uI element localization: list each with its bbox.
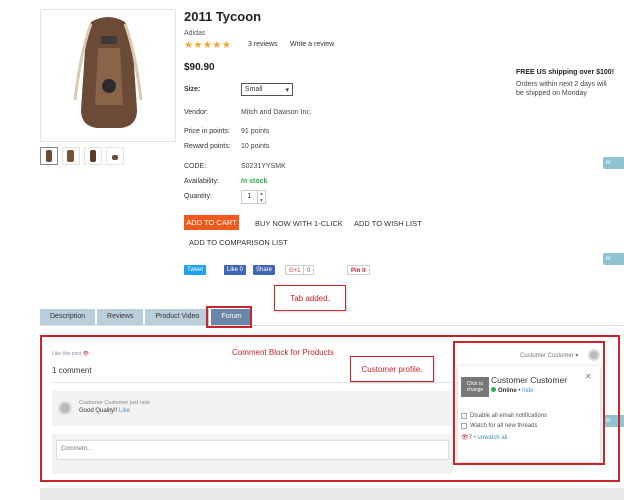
quantity-input[interactable]: 1 [241,190,258,204]
facebook-share-button[interactable]: Share [253,265,276,275]
size-select[interactable]: Small ▾ [241,83,293,96]
size-value: Small [245,86,263,93]
add-to-comparison-button[interactable]: ADD TO COMPARISON LIST [189,238,288,247]
product-price: $90.90 [184,62,215,73]
thumbnail[interactable] [40,147,58,165]
quantity-stepper[interactable]: ▲ ▼ [258,190,266,204]
thumbnail[interactable] [62,147,80,165]
shipping-text: Orders within next 2 days will be shippe… [516,81,607,97]
comment-input[interactable]: Comment... [56,440,449,460]
availability-value: In stock [241,178,268,185]
add-to-cart-button[interactable]: ADD TO CART [184,215,239,230]
avatar[interactable] [58,401,72,415]
comment-block-label: Comment Block for Products [232,348,334,357]
add-to-wishlist-button[interactable]: ADD TO WISH LIST [354,219,422,228]
price-points-label: Price in points: [184,128,230,135]
google-plus-button[interactable]: G+1 [285,265,305,275]
reviews-link[interactable]: 3 reviews [248,41,278,48]
write-review-link[interactable]: Write a review [290,41,334,48]
like-post-link[interactable]: Like this post 👁 [52,351,89,357]
side-floating-button[interactable]: M [603,157,624,169]
size-label: Size: [184,86,201,93]
comment-count: 1 comment [52,366,92,375]
tweet-button[interactable]: Tweet [184,265,207,275]
code-value: S0231YYSMK [241,163,286,170]
shipping-title: FREE US shipping over $100! [516,69,615,76]
reward-points-label: Reward points: [184,143,231,150]
tab-highlight-outline [206,306,252,328]
google-plus-count: 0 [303,265,315,275]
vendor-value[interactable]: Mitch and Dawson Inc. [241,109,312,116]
tab-divider [40,325,624,326]
comment-like-link[interactable]: Like [119,408,130,414]
comment-body: Good Quality!! [79,408,118,414]
thumbnail-strip [40,147,124,165]
page-footer-bar [40,488,624,500]
pinterest-button[interactable]: Pin it [347,265,370,275]
side-floating-button[interactable]: M [603,253,624,265]
code-label: CODE: [184,163,207,170]
product-image[interactable] [40,9,176,142]
thumbnail[interactable] [84,147,102,165]
product-title: 2011 Tycoon [184,9,262,24]
tab-description[interactable]: Description [40,309,96,325]
facebook-like-button[interactable]: Like 0 [224,265,247,275]
price-points-value: 91 points [241,128,270,135]
tab-product-video[interactable]: Product Video [145,309,210,325]
reward-points-value: 10 points [241,143,270,150]
tab-added-callout: Tab added. [274,285,346,311]
brand-name[interactable]: Adidas [184,30,205,37]
comment-text: Good Quality!! Like [79,408,130,414]
comment-author[interactable]: Customer Customer just now [79,400,150,406]
profile-outline [453,341,605,465]
buy-now-button[interactable]: BUY NOW WITH 1-CLICK [255,219,343,228]
rating-stars: ★★★★★ [184,40,232,51]
vendor-label: Vendor: [184,109,209,116]
availability-label: Availability: [184,178,219,185]
tab-reviews[interactable]: Reviews [97,309,144,325]
like-post-text: Like this post [52,351,82,357]
thumbnail[interactable] [106,147,124,165]
customer-profile-callout: Customer profile. [350,356,434,382]
chevron-down-icon: ▾ [285,86,289,94]
quantity-label: Quantity: [184,193,213,200]
eye-icon: 👁 [82,351,89,357]
